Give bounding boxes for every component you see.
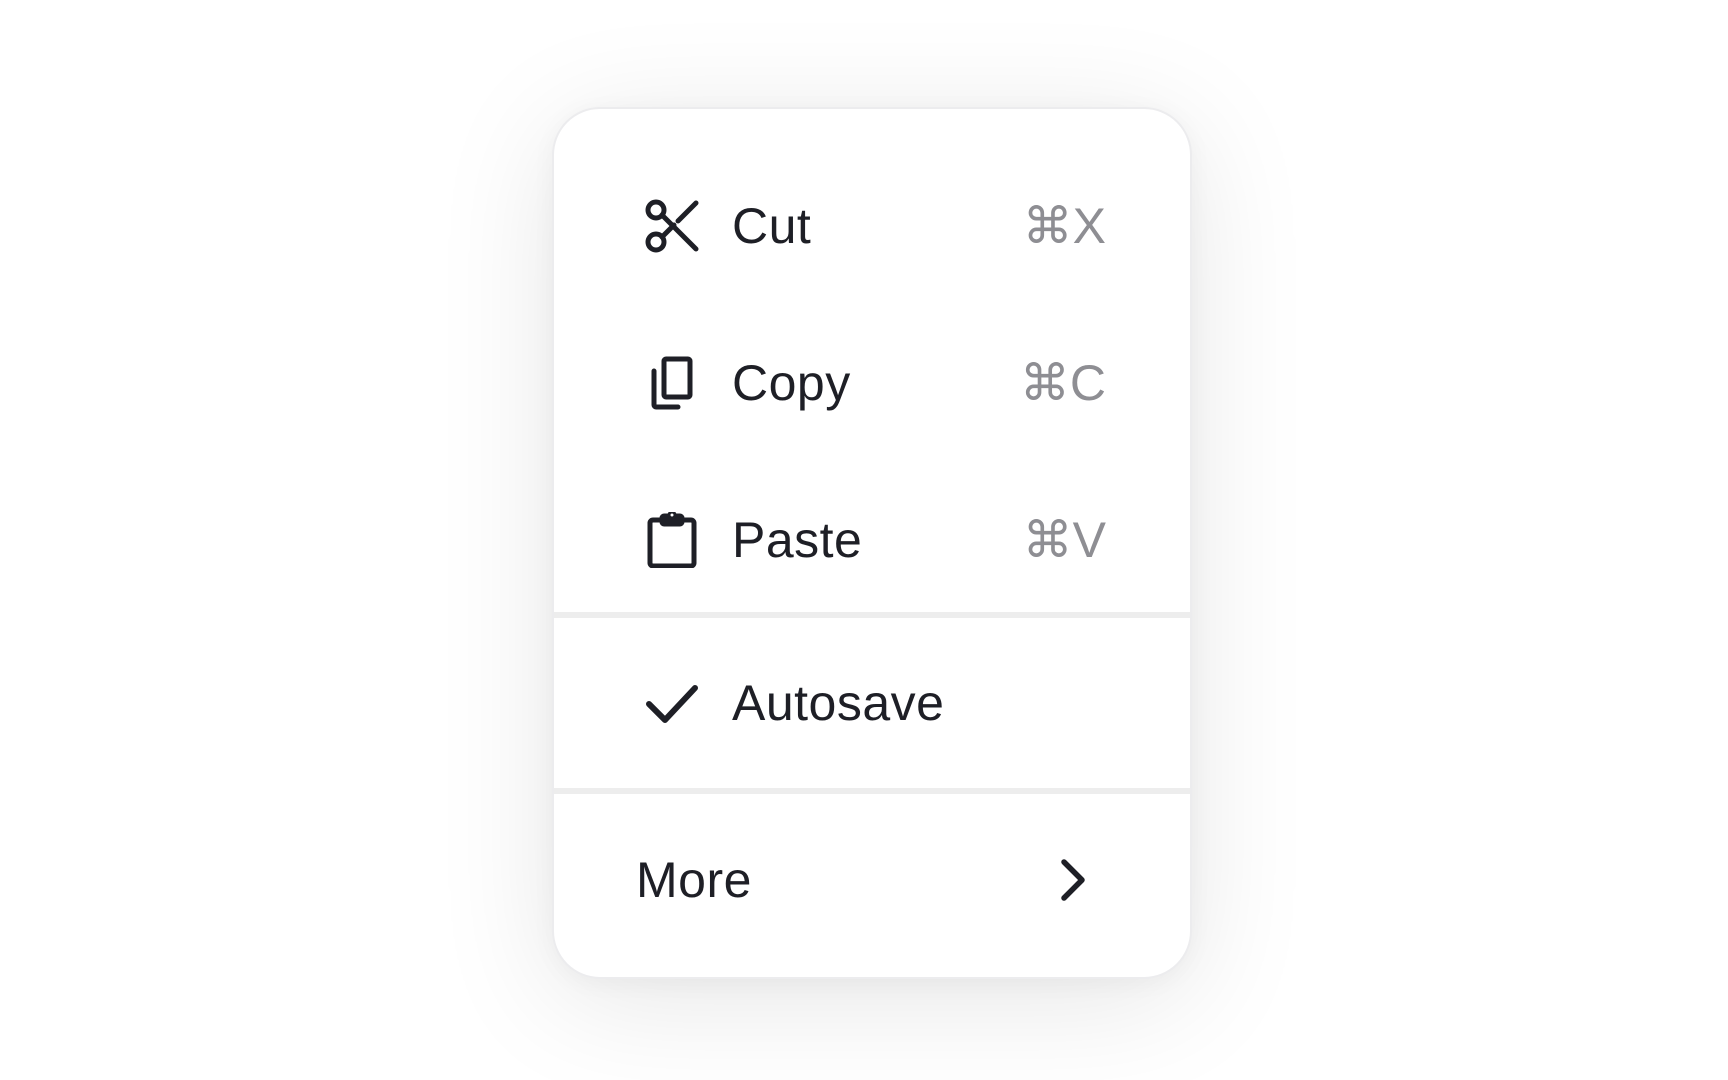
chevron-right-icon — [1052, 856, 1092, 904]
menu-item-paste[interactable]: Paste ⌘V — [554, 461, 1190, 618]
menu-item-autosave[interactable]: Autosave — [554, 618, 1190, 788]
shortcut-label: ⌘X — [1022, 197, 1106, 254]
scissors-icon — [644, 198, 700, 254]
shortcut-label: ⌘C — [1019, 354, 1106, 411]
menu-item-label: More — [636, 852, 752, 908]
menu-item-label: Cut — [732, 197, 812, 254]
edit-section: Cut ⌘X Copy ⌘C Paste ⌘V — [554, 109, 1190, 612]
checkmark-icon — [644, 675, 700, 731]
copy-icon — [644, 355, 700, 411]
menu-item-cut[interactable]: Cut ⌘X — [554, 147, 1190, 304]
toggle-section: Autosave — [554, 618, 1190, 788]
shortcut-label: ⌘V — [1022, 511, 1106, 568]
submenu-section: More — [554, 794, 1190, 977]
context-menu: Cut ⌘X Copy ⌘C Paste ⌘V Autosave More — [552, 107, 1192, 979]
menu-item-label: Paste — [732, 511, 863, 568]
menu-item-copy[interactable]: Copy ⌘C — [554, 304, 1190, 461]
menu-item-more[interactable]: More — [554, 794, 1190, 966]
clipboard-icon — [644, 511, 700, 568]
menu-item-label: Copy — [732, 354, 851, 411]
menu-item-label: Autosave — [732, 675, 945, 731]
